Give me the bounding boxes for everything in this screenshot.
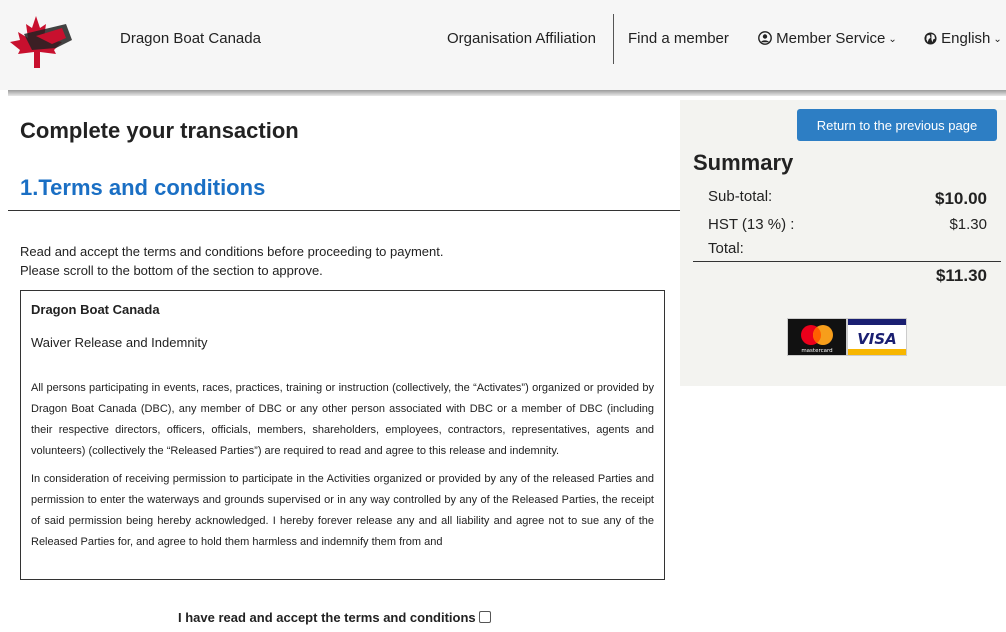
brand-name[interactable]: Dragon Boat Canada	[120, 30, 261, 47]
total-value: $11.30	[935, 266, 987, 285]
user-circle-icon	[758, 31, 772, 49]
site-header: Dragon Boat Canada Organisation Affiliat…	[0, 0, 1006, 90]
payment-cards: mastercard VISA	[787, 318, 907, 356]
section-title: 1.Terms and conditions	[20, 175, 266, 200]
terms-scroll-box[interactable]: Dragon Boat Canada Waiver Release and In…	[20, 290, 665, 580]
page-title: Complete your transaction	[20, 118, 299, 143]
terms-paragraph-2: In consideration of receiving permission…	[31, 473, 654, 548]
subtotal-label: Sub-total:	[708, 188, 773, 205]
nav-member-service[interactable]: Member Service ⌄	[758, 30, 897, 49]
return-previous-page-button[interactable]: Return to the previous page	[797, 109, 997, 141]
instruction-line-2: Please scroll to the bottom of the secti…	[20, 263, 323, 278]
terms-subtitle: Waiver Release and Indemnity	[31, 335, 208, 350]
tax-label: HST (13 %) :	[708, 216, 795, 233]
member-service-label: Member Service	[776, 30, 886, 47]
nav-find-member[interactable]: Find a member	[628, 30, 729, 47]
instructions: Read and accept the terms and conditions…	[20, 242, 444, 280]
visa-icon: VISA	[847, 318, 907, 356]
visa-text: VISA	[857, 330, 897, 348]
accept-terms-label: I have read and accept the terms and con…	[178, 610, 476, 625]
summary-divider	[693, 261, 1001, 262]
language-label: English	[941, 30, 991, 47]
dragon-boat-canada-logo[interactable]	[6, 14, 76, 74]
terms-organization: Dragon Boat Canada	[31, 302, 160, 317]
instruction-line-1: Read and accept the terms and conditions…	[20, 244, 444, 259]
nav-organisation-affiliation[interactable]: Organisation Affiliation	[447, 30, 596, 47]
nav-language[interactable]: English ⌄	[924, 30, 1002, 49]
header-divider	[8, 90, 1006, 96]
globe-icon	[924, 32, 937, 49]
mastercard-text: mastercard	[801, 348, 832, 354]
subtotal-value: $10.00	[935, 189, 987, 208]
maple-leaf-logo-icon	[10, 16, 72, 68]
accept-terms-checkbox[interactable]	[478, 611, 491, 623]
section-divider	[8, 210, 680, 211]
tax-value: $1.30	[949, 216, 987, 233]
accept-terms-row[interactable]: I have read and accept the terms and con…	[178, 610, 491, 625]
nav-divider	[613, 14, 614, 64]
terms-paragraph-1: All persons participating in events, rac…	[31, 382, 654, 457]
summary-title: Summary	[693, 150, 794, 175]
chevron-down-icon: ⌄	[888, 34, 897, 45]
total-label: Total:	[708, 240, 744, 257]
chevron-down-icon: ⌄	[993, 34, 1002, 45]
mastercard-icon: mastercard	[787, 318, 847, 356]
